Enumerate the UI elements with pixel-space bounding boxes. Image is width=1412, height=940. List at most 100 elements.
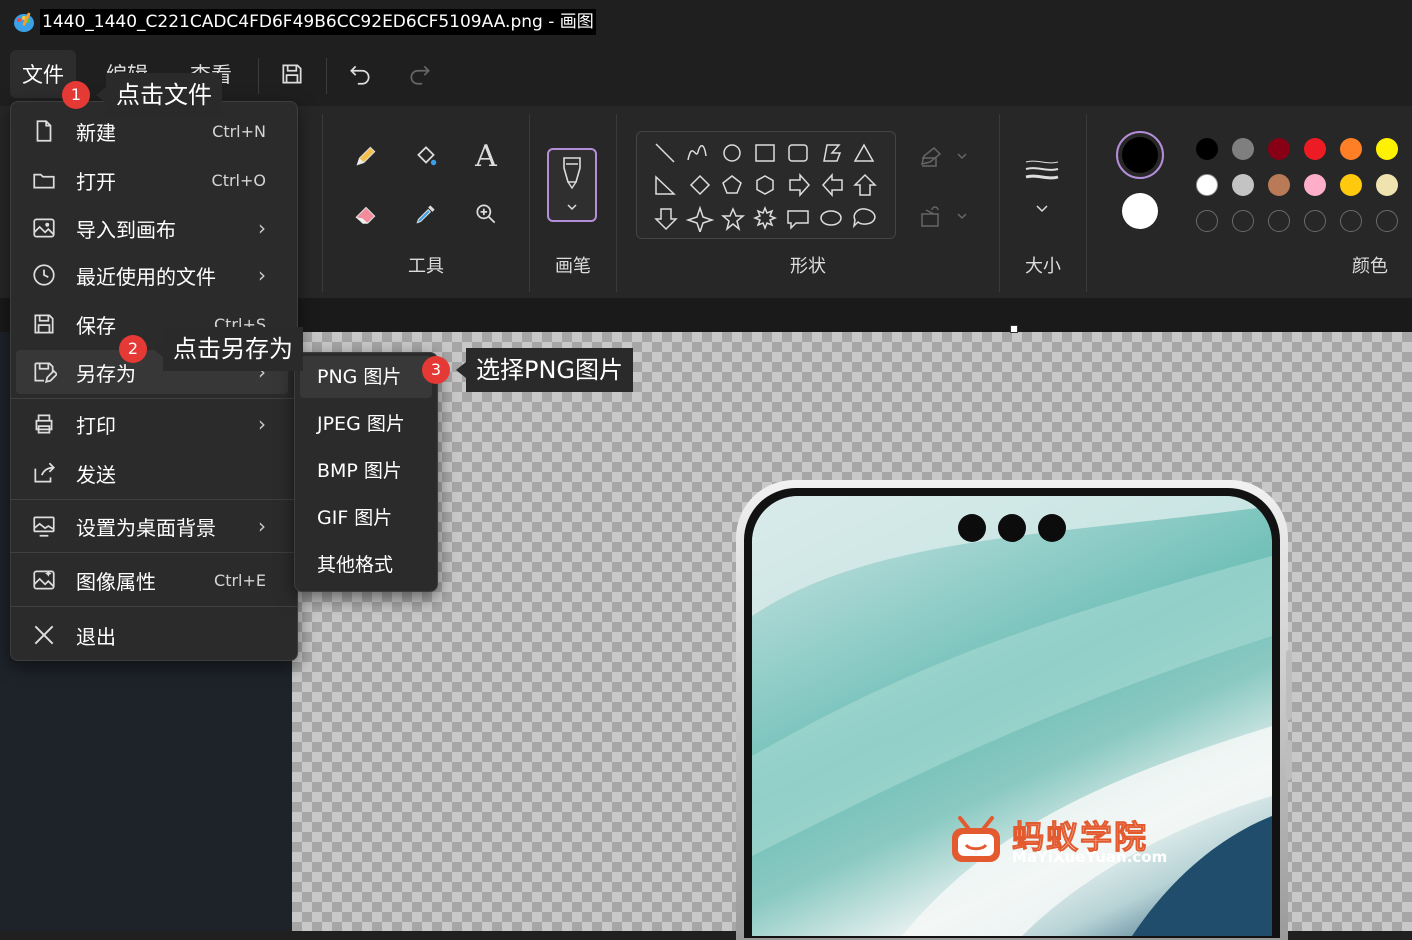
undo-button[interactable] [342,56,378,92]
paint-palette-icon [14,12,34,32]
magnifier-tool[interactable] [466,194,506,234]
file-menu-item-label: 图像属性 [76,569,156,594]
open-folder-icon [30,166,58,194]
callout-pointer [153,341,163,357]
desktop-background-icon [30,512,58,540]
color-swatch[interactable] [1340,174,1362,196]
color-swatch[interactable] [1304,138,1326,160]
ribbon-divider [616,114,617,292]
file-menu-item-label: 最近使用的文件 [76,264,216,289]
menu-separator [10,398,298,399]
magnifier-icon [476,204,496,224]
file-menu-item-label: 退出 [76,624,116,649]
color-swatch[interactable] [1376,174,1398,196]
step-badge: 1 [62,81,90,109]
colors-group-label: 颜色 [1352,256,1388,277]
custom-color-slot[interactable] [1196,210,1218,232]
eraser-tool[interactable] [346,194,386,234]
file-menu-item-label: 设置为桌面背景 [76,515,216,540]
color-swatch[interactable] [1376,138,1398,160]
chevron-right-icon: › [258,514,266,538]
menu-separator [10,552,298,553]
custom-color-slot[interactable] [1268,210,1290,232]
file-menu-item[interactable]: 设置为桌面背景 › [16,504,288,548]
fill-tool[interactable] [406,136,446,176]
resize-handle[interactable] [1010,325,1018,333]
custom-color-slot[interactable] [1304,210,1326,232]
watermark-logo [952,816,1000,862]
paint-bucket-icon [417,146,437,166]
color-swatch[interactable] [1268,174,1290,196]
share-icon [30,459,58,487]
brush-icon [563,157,581,190]
menu-divider [258,58,259,94]
phone-side-button [1286,650,1292,720]
save-button[interactable] [274,56,310,92]
file-menu-item[interactable]: 发送 [16,451,288,495]
outline-icon [920,146,967,167]
file-menu-item[interactable]: 图像属性 Ctrl+E [16,558,288,602]
outline-dropdown[interactable] [918,144,970,170]
file-menu-item[interactable]: 打印 › [16,402,288,446]
new-file-icon [30,117,58,145]
color-swatch[interactable] [1340,138,1362,160]
shapes-group-label: 形状 [790,256,826,277]
save-icon [30,310,58,338]
file-menu-item[interactable]: 最近使用的文件 › [16,253,288,297]
menu-divider [326,58,327,94]
ribbon-divider [529,114,530,292]
chevron-right-icon: › [258,412,266,436]
callout-pointer [96,87,106,103]
tools-group-label: 工具 [408,256,444,277]
color-swatch[interactable] [1268,138,1290,160]
undo-icon [350,65,370,85]
color-swatch[interactable] [1196,138,1218,160]
save-as-format-option[interactable]: 其他格式 [300,544,432,586]
callout-pointer [456,362,466,378]
size-selector[interactable] [1022,158,1062,228]
save-as-format-option[interactable]: JPEG 图片 [300,403,432,445]
save-as-format-option[interactable]: PNG 图片 [300,356,432,398]
custom-color-slot[interactable] [1232,210,1254,232]
text-tool[interactable]: A [466,136,506,176]
file-menu-item[interactable]: 打开 Ctrl+O [16,158,288,202]
menu-separator [10,499,298,500]
color-swatch[interactable] [1232,138,1254,160]
shortcut-text: Ctrl+N [212,121,266,141]
save-as-format-option[interactable]: BMP 图片 [300,450,432,492]
color-swatch[interactable] [1232,174,1254,196]
shortcut-text: Ctrl+E [214,570,266,590]
menu-separator [10,606,298,607]
redo-button[interactable] [402,56,438,92]
color-swatch[interactable] [1304,174,1326,196]
file-menu-item[interactable]: 导入到画布 › [16,206,288,250]
phone-camera [1038,514,1066,542]
line-width-icon [1025,160,1059,213]
save-icon [282,64,302,84]
color-picker-tool[interactable] [406,194,446,234]
printer-icon [30,410,58,438]
ribbon-divider [322,114,323,292]
step-callout: 点击另存为 [163,327,303,371]
step-badge: 3 [422,356,450,384]
color-swatch[interactable] [1196,174,1218,196]
primary-color-button[interactable] [1116,131,1164,179]
size-group-label: 大小 [1025,256,1061,277]
pencil-tool[interactable] [346,136,386,176]
brush-selector[interactable] [547,148,597,222]
shapes-icons-grid[interactable] [650,140,884,232]
phone-side-button [1286,740,1292,780]
save-as-format-option[interactable]: GIF 图片 [300,497,432,539]
image-properties-icon [30,566,58,594]
file-menu-item[interactable]: 退出 [16,613,288,657]
close-icon [30,621,58,649]
fill-dropdown[interactable] [918,204,970,230]
custom-color-slot[interactable] [1376,210,1398,232]
custom-color-slot[interactable] [1340,210,1362,232]
phone-camera [998,514,1026,542]
pencil-icon [356,146,376,166]
fill-icon [921,206,967,227]
step-badge: 2 [119,335,147,363]
secondary-color-button[interactable] [1122,193,1158,229]
primary-color-swatch [1122,137,1158,173]
